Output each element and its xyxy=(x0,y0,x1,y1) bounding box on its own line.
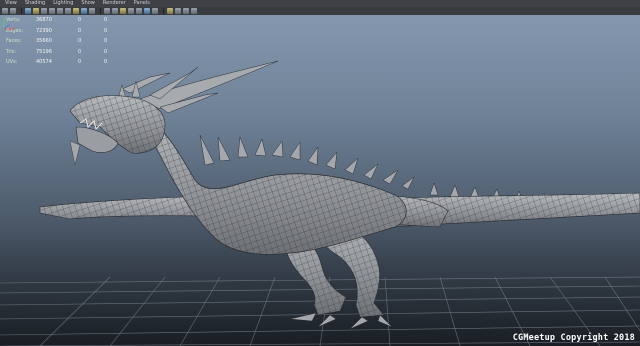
hud-triangles: 0 xyxy=(104,38,108,45)
hud-triangles: 0 xyxy=(104,27,108,34)
menu-lighting[interactable]: Lighting xyxy=(53,0,73,7)
textured-icon[interactable] xyxy=(128,8,134,14)
image-plane-icon[interactable] xyxy=(33,8,39,14)
smooth-shade-icon[interactable] xyxy=(112,8,118,14)
hud-row-tris: Tris: 75196 0 0 xyxy=(6,47,124,58)
hud-row-verts: Verts: 36870 0 0 xyxy=(6,15,124,26)
hud-triangles: 0 xyxy=(104,17,108,24)
resolution-gate-icon[interactable] xyxy=(57,8,63,14)
menu-show[interactable]: Show xyxy=(81,0,95,7)
hud-row-uvs: UVs: 40574 0 0 xyxy=(6,57,124,68)
hud-selected: 0 xyxy=(78,27,82,34)
hud-selected: 0 xyxy=(78,48,82,55)
toolbar-separator xyxy=(163,8,164,14)
grid-icon[interactable] xyxy=(41,8,47,14)
hud-row-edges: Edges: 72390 0 0 xyxy=(6,26,124,37)
film-gate-icon[interactable] xyxy=(49,8,55,14)
hud-triangles: 0 xyxy=(104,59,108,66)
menu-view[interactable]: View xyxy=(5,0,17,7)
3d-viewport[interactable]: Verts: 36870 0 0 Edges: 72390 0 0 Faces:… xyxy=(0,15,640,346)
hud-selected: 0 xyxy=(78,59,82,66)
hud-label: Tris: xyxy=(6,48,17,55)
safe-title-icon[interactable] xyxy=(89,8,95,14)
hud-selected: 0 xyxy=(78,17,82,24)
isolate-select-icon[interactable] xyxy=(183,8,189,14)
hud-selected: 0 xyxy=(78,38,82,45)
xray-joints-icon[interactable] xyxy=(167,8,173,14)
hud-label: Faces: xyxy=(6,38,22,45)
menu-shading[interactable]: Shading xyxy=(25,0,45,7)
wireframe-icon[interactable] xyxy=(104,8,110,14)
dragon-mesh[interactable] xyxy=(39,60,640,330)
hud-value: 36870 xyxy=(36,17,52,24)
hud-value: 72390 xyxy=(36,27,52,34)
camera-attributes-icon[interactable] xyxy=(10,8,16,14)
maya-viewport-window: View Shading Lighting Show Renderer Pane… xyxy=(0,0,640,346)
viewport-menu-bar: View Shading Lighting Show Renderer Pane… xyxy=(0,0,640,7)
wireframe-on-shaded-icon[interactable] xyxy=(120,8,126,14)
toolbar-separator xyxy=(21,8,22,14)
hud-row-faces: Faces: 35660 0 0 xyxy=(6,36,124,47)
poly-count-hud: Verts: 36870 0 0 Edges: 72390 0 0 Faces:… xyxy=(6,15,124,68)
xray-icon[interactable] xyxy=(152,8,158,14)
hud-label: UVs: xyxy=(6,59,18,66)
menu-panels[interactable]: Panels xyxy=(134,0,150,7)
viewport-toolbar xyxy=(0,7,640,15)
copyright-watermark: CGMeetup Copyright 2018 xyxy=(512,333,635,343)
hud-icon[interactable] xyxy=(191,8,197,14)
toolbar-separator xyxy=(100,8,101,14)
safe-action-icon[interactable] xyxy=(81,8,87,14)
select-camera-icon[interactable] xyxy=(2,8,8,14)
hud-value: 40574 xyxy=(36,59,52,66)
hud-value: 35660 xyxy=(36,38,52,45)
lights-icon[interactable] xyxy=(136,8,142,14)
shadows-icon[interactable] xyxy=(144,8,150,14)
hud-value: 75196 xyxy=(36,48,52,55)
menu-renderer[interactable]: Renderer xyxy=(103,0,126,7)
bookmark-icon[interactable] xyxy=(25,8,31,14)
gate-mask-icon[interactable] xyxy=(65,8,71,14)
field-chart-icon[interactable] xyxy=(73,8,79,14)
view-axis-icon xyxy=(3,18,15,30)
backface-culling-icon[interactable] xyxy=(175,8,181,14)
hud-triangles: 0 xyxy=(104,48,108,55)
